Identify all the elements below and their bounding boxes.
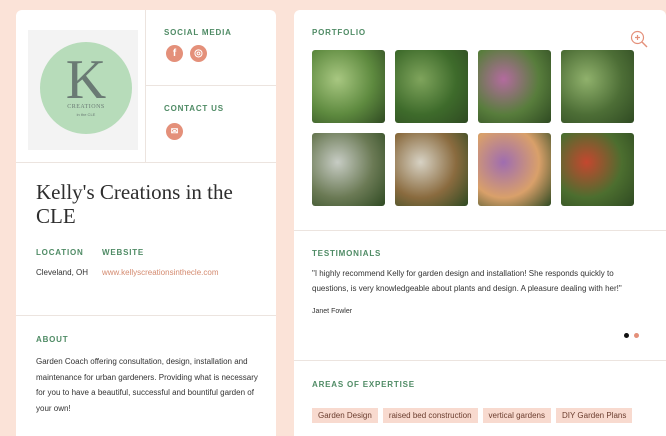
divider xyxy=(145,10,146,162)
email-icon[interactable]: ✉ xyxy=(166,123,183,140)
expertise-tags: Garden Design raised bed construction vert… xyxy=(312,408,633,423)
divider xyxy=(294,230,666,231)
website-label: WEBSITE xyxy=(102,248,145,257)
logo-line2: in the CLE xyxy=(76,112,96,117)
about-label: ABOUT xyxy=(36,335,69,344)
business-name: Kelly's Creations in the CLE xyxy=(36,180,233,228)
website-link[interactable]: www.kellyscreationsinthecle.com xyxy=(102,268,219,277)
contact-us-label: CONTACT US xyxy=(164,104,224,113)
portfolio-photo[interactable] xyxy=(478,133,551,206)
logo: K CREATIONS in the CLE xyxy=(40,42,132,134)
expertise-tag: vertical gardens xyxy=(482,408,552,423)
portfolio-photo[interactable] xyxy=(312,133,385,206)
about-text: Garden Coach offering consultation, desi… xyxy=(36,357,258,413)
zoom-in-icon[interactable] xyxy=(630,30,648,48)
divider xyxy=(294,360,666,361)
logo-letter: K xyxy=(65,49,107,111)
location-value: Cleveland, OH xyxy=(36,268,89,277)
location-label: LOCATION xyxy=(36,248,84,257)
instagram-icon[interactable]: ◎ xyxy=(190,45,207,62)
details-card: PORTFOLIO TESTIMONIALS "I highly recomme… xyxy=(294,10,666,436)
facebook-icon[interactable]: f xyxy=(166,45,183,62)
portfolio-photo[interactable] xyxy=(561,133,634,206)
logo-box: K CREATIONS in the CLE xyxy=(28,30,138,150)
portfolio-grid xyxy=(312,50,634,206)
portfolio-photo[interactable] xyxy=(395,133,468,206)
divider xyxy=(16,315,276,316)
testimonial-author: Janet Fowler xyxy=(312,308,353,315)
social-media-label: SOCIAL MEDIA xyxy=(164,28,232,37)
profile-card: K CREATIONS in the CLE SOCIAL MEDIA f ◎ … xyxy=(16,10,276,436)
expertise-label: AREAS OF EXPERTISE xyxy=(312,380,415,389)
expertise-tag: DIY Garden Plans xyxy=(556,408,633,423)
testimonials-label: TESTIMONIALS xyxy=(312,249,382,258)
logo-line1: CREATIONS xyxy=(67,104,105,110)
portfolio-photo[interactable] xyxy=(395,50,468,123)
carousel-dot-active[interactable] xyxy=(624,333,629,338)
portfolio-photo[interactable] xyxy=(478,50,551,123)
portfolio-photo[interactable] xyxy=(561,50,634,123)
carousel-dot[interactable] xyxy=(634,333,639,338)
portfolio-label: PORTFOLIO xyxy=(312,28,366,37)
divider xyxy=(145,85,276,86)
testimonial-quote: "I highly recommend Kelly for garden des… xyxy=(312,269,622,293)
portfolio-photo[interactable] xyxy=(312,50,385,123)
expertise-tag: Garden Design xyxy=(312,408,378,423)
divider xyxy=(16,162,276,163)
expertise-tag: raised bed construction xyxy=(382,408,478,423)
